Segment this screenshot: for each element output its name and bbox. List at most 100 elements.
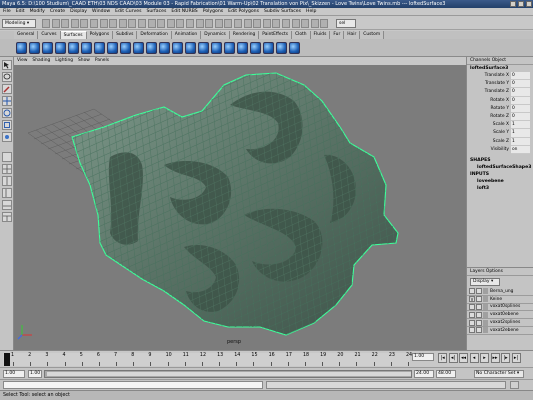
layout-hypershade-icon[interactable] xyxy=(2,212,12,222)
layer-type-toggle[interactable] xyxy=(476,327,482,334)
select-tool-icon[interactable] xyxy=(2,60,12,70)
shelf-tab-curves[interactable]: Curves xyxy=(38,31,61,39)
status-line-icon[interactable] xyxy=(282,19,290,28)
viewport-menu-show[interactable]: Show xyxy=(78,57,90,65)
surface-tool-icon[interactable] xyxy=(68,42,79,54)
layer-visibility-toggle[interactable] xyxy=(469,319,475,326)
shelf-tab-deformation[interactable]: Deformation xyxy=(137,31,172,39)
range-start-field[interactable]: 1.00 xyxy=(3,370,25,378)
surface-tool-icon[interactable] xyxy=(211,42,222,54)
menu-file[interactable]: File xyxy=(3,8,11,15)
channel-row[interactable]: Visibility on xyxy=(467,145,533,155)
channel-row[interactable]: Translate Z0 xyxy=(467,88,533,97)
viewport-menu-panels[interactable]: Panels xyxy=(95,57,109,65)
layer-color-swatch[interactable] xyxy=(483,311,488,318)
playback-button[interactable]: ◂ xyxy=(469,353,479,363)
channel-value-field[interactable]: 0 xyxy=(511,104,530,114)
channel-row[interactable]: Scale Z1 xyxy=(467,137,533,146)
channel-value-field[interactable]: 1 xyxy=(511,129,530,138)
layer-color-swatch[interactable] xyxy=(483,319,488,326)
selection-field[interactable]: sel xyxy=(336,19,356,28)
layer-row[interactable]: voxat2splines xyxy=(467,319,533,327)
menu-edit-nurbs[interactable]: Edit NURBS xyxy=(171,8,197,15)
status-line-icon[interactable] xyxy=(166,19,175,28)
channel-row[interactable]: Scale X1 xyxy=(467,121,533,130)
range-slider-bar[interactable] xyxy=(44,370,412,378)
menu-subdiv-surfaces[interactable]: Subdiv Surfaces xyxy=(264,8,301,15)
layer-visibility-toggle[interactable] xyxy=(469,311,475,318)
status-line-icon[interactable] xyxy=(109,19,118,28)
close-button[interactable] xyxy=(526,1,532,7)
channel-value-field[interactable]: 1 xyxy=(511,121,530,130)
channel-box-node-name[interactable]: loftedSurface3 xyxy=(467,65,533,72)
playback-button[interactable]: ◂| xyxy=(448,353,458,363)
status-line-icon[interactable] xyxy=(61,19,70,28)
time-slider-track[interactable]: 1 2 3 4 5 6 7 8 9 10 11 12 13 14 15 16 17 18 19 20 21 22 23 24 xyxy=(3,353,412,366)
surface-tool-icon[interactable] xyxy=(42,42,53,54)
viewport-menu-lighting[interactable]: Lighting xyxy=(55,57,73,65)
status-line-icon[interactable] xyxy=(186,19,194,28)
status-line-icon[interactable] xyxy=(51,19,60,28)
input-node-name[interactable]: loft3 xyxy=(467,185,533,192)
status-line-icon[interactable] xyxy=(118,19,127,28)
channel-value-field[interactable]: 0 xyxy=(511,72,530,81)
channel-row[interactable]: Rotate X0 xyxy=(467,96,533,105)
status-line-icon[interactable] xyxy=(195,19,204,28)
channel-row[interactable]: Rotate Y0 xyxy=(467,104,533,114)
surface-tool-icon[interactable] xyxy=(224,42,235,54)
surface-tool-icon[interactable] xyxy=(120,42,131,54)
menu-help[interactable]: Help xyxy=(306,8,316,15)
shelf-tab-painteffects[interactable]: PaintEffects xyxy=(259,31,293,39)
layer-editor-header[interactable]: Layers Options xyxy=(467,268,533,276)
layer-type-toggle[interactable] xyxy=(476,288,482,295)
shelf-tab-surfaces[interactable]: Surfaces xyxy=(60,31,87,39)
playback-button[interactable]: ▸| xyxy=(511,353,521,363)
surface-tool-icon[interactable] xyxy=(16,42,27,54)
paint-select-tool-icon[interactable] xyxy=(2,84,12,94)
layer-visibility-toggle[interactable] xyxy=(469,303,475,310)
status-line-icon[interactable] xyxy=(70,19,79,28)
surface-tool-icon[interactable] xyxy=(289,42,300,54)
shelf-tab-hair[interactable]: Hair xyxy=(344,31,361,39)
channel-box-header[interactable]: Channels Object xyxy=(467,57,533,65)
surface-tool-icon[interactable] xyxy=(263,42,274,54)
viewport-canvas[interactable] xyxy=(14,65,466,350)
channel-value-field[interactable]: 0 xyxy=(511,96,530,105)
layer-type-toggle[interactable] xyxy=(476,303,482,310)
layer-color-swatch[interactable] xyxy=(483,296,488,303)
status-line-icon[interactable] xyxy=(80,19,89,28)
menu-edit[interactable]: Edit xyxy=(16,8,25,15)
status-line-icon[interactable] xyxy=(291,19,300,28)
maximize-button[interactable] xyxy=(518,1,524,7)
menu-modify[interactable]: Modify xyxy=(30,8,45,15)
lofted-surface-mesh[interactable] xyxy=(14,65,466,350)
playback-button[interactable]: |▸ xyxy=(501,353,510,363)
channel-row[interactable]: Scale Y1 xyxy=(467,129,533,138)
status-line-icon[interactable] xyxy=(320,19,329,28)
layer-row[interactable]: V Keine xyxy=(467,296,533,304)
layer-row[interactable]: voxat0splines xyxy=(467,303,533,312)
layer-color-swatch[interactable] xyxy=(483,327,488,334)
layer-row[interactable]: voxat0ebene xyxy=(467,311,533,320)
channel-value-field[interactable]: on xyxy=(511,145,530,155)
status-line-icon[interactable] xyxy=(214,19,223,28)
status-line-icon[interactable] xyxy=(147,19,156,28)
status-line-icon[interactable] xyxy=(272,19,281,28)
surface-tool-icon[interactable] xyxy=(146,42,157,54)
surface-tool-icon[interactable] xyxy=(198,42,209,54)
surface-tool-icon[interactable] xyxy=(133,42,144,54)
shelf-tab-subdivs[interactable]: Subdivs xyxy=(113,31,138,39)
channel-value-field[interactable]: 1 xyxy=(511,137,530,146)
shelf-tab-animation[interactable]: Animation xyxy=(171,31,202,39)
rotate-tool-icon[interactable] xyxy=(2,108,12,118)
input-node-name[interactable]: loveebene xyxy=(467,178,533,185)
channel-row[interactable]: Translate Y0 xyxy=(467,80,533,89)
minimize-button[interactable] xyxy=(510,1,516,7)
layer-visibility-toggle[interactable]: V xyxy=(469,296,475,303)
menu-edit-polygons[interactable]: Edit Polygons xyxy=(228,8,259,15)
current-frame-marker[interactable] xyxy=(4,353,10,366)
layer-type-toggle[interactable] xyxy=(476,311,482,318)
status-line-icon[interactable] xyxy=(128,19,137,28)
layout-single-icon[interactable] xyxy=(2,152,12,162)
layer-row[interactable]: voxat2ebene xyxy=(467,327,533,335)
